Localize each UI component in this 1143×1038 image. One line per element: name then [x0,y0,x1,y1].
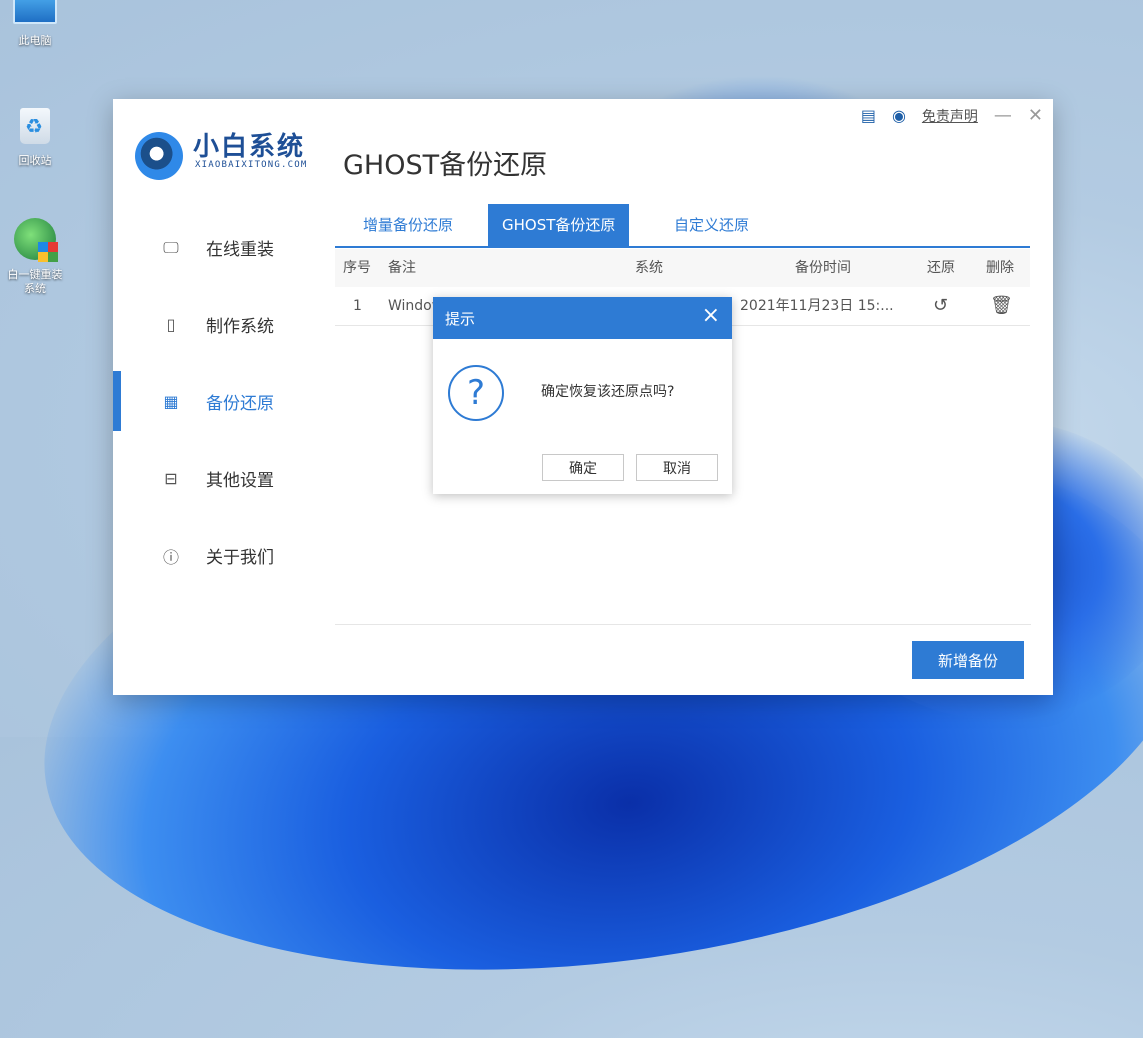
col-backup-time: 备份时间 [795,260,851,276]
brand-name: 小白系统 [193,132,306,162]
col-system: 系统 [635,260,663,276]
row-time: 2021年11月23日 15:... [740,298,894,314]
info-icon: ⓘ [162,547,179,567]
sidebar: 🖵 在线重装 ▯ 制作系统 ▦ 备份还原 ⊟ 其他设置 ⓘ 关于我们 [113,209,313,594]
disclaimer-link[interactable]: 免责声明 [922,106,978,126]
feedback-icon[interactable]: ▤ [861,106,876,125]
col-delete: 删除 [986,260,1014,276]
briefcase-icon: ⊟ [164,469,178,488]
col-restore: 还原 [927,260,955,276]
computer-icon [13,0,57,24]
row-index: 1 [353,298,362,314]
page-title: GHOST备份还原 [343,150,548,181]
app-shortcut-icon [14,218,58,262]
sidebar-item-backup-restore[interactable]: ▦ 备份还原 [113,363,313,440]
window-toolbar: ▤ ◉ 免责声明 — ✕ [861,105,1043,126]
desktop-icon-label: 此电脑 [18,34,52,47]
new-backup-button[interactable]: 新增备份 [912,641,1024,679]
table-header: 序号 备注 系统 备份时间 还原 删除 [335,249,1030,287]
monitor-icon: 🖵 [163,237,179,257]
tab-ghost-backup[interactable]: GHOST备份还原 [488,204,630,246]
close-icon[interactable]: ✕ [1028,105,1043,126]
trash-icon[interactable]: 🗑 [990,287,1013,325]
desktop-icon-app[interactable]: 白一键重装 系统 [0,218,70,296]
dialog-message: 确定恢复该还原点吗? [541,384,675,400]
sidebar-item-label: 关于我们 [206,548,274,568]
sidebar-item-label: 在线重装 [206,240,274,260]
tab-bar: 增量备份还原 GHOST备份还原 自定义还原 [335,204,1030,248]
recycle-bin-icon [20,108,50,144]
col-note: 备注 [388,260,416,276]
restore-icon[interactable]: ↺ [933,287,948,325]
logo-mark-icon [135,132,183,180]
sidebar-item-label: 制作系统 [206,317,274,337]
app-logo: 小白系统 XIAOBAIXITONG.COM [135,124,335,184]
confirm-dialog: 提示 × ? 确定恢复该还原点吗? 确定 取消 [433,297,732,494]
tab-incremental-backup[interactable]: 增量备份还原 [349,204,467,246]
dialog-header: 提示 × [433,297,732,339]
sidebar-item-about-us[interactable]: ⓘ 关于我们 [113,517,313,594]
sidebar-item-online-reinstall[interactable]: 🖵 在线重装 [113,209,313,286]
sidebar-item-label: 备份还原 [206,394,274,414]
desktop-icon-label: 回收站 [18,154,52,167]
desktop-icon-recycle-bin[interactable]: 回收站 [0,108,70,168]
support-icon[interactable]: ◉ [892,106,906,125]
confirm-button[interactable]: 确定 [542,454,624,481]
sidebar-item-label: 其他设置 [206,471,274,491]
minimize-icon[interactable]: — [994,105,1012,126]
tab-custom-restore[interactable]: 自定义还原 [660,204,763,246]
question-icon: ? [448,365,504,421]
cancel-button[interactable]: 取消 [636,454,718,481]
usb-icon: ▯ [166,315,176,334]
sidebar-item-other-settings[interactable]: ⊟ 其他设置 [113,440,313,517]
dialog-title: 提示 [445,310,476,328]
col-index: 序号 [343,260,371,276]
sidebar-item-make-system[interactable]: ▯ 制作系统 [113,286,313,363]
footer-divider [335,624,1031,625]
desktop-icon-label: 白一键重装 系统 [7,268,63,295]
brand-subtitle: XIAOBAIXITONG.COM [195,160,308,170]
desktop-icon-this-pc[interactable]: 此电脑 [0,0,70,48]
dialog-close-icon[interactable]: × [702,303,720,328]
grid-icon: ▦ [163,392,179,411]
